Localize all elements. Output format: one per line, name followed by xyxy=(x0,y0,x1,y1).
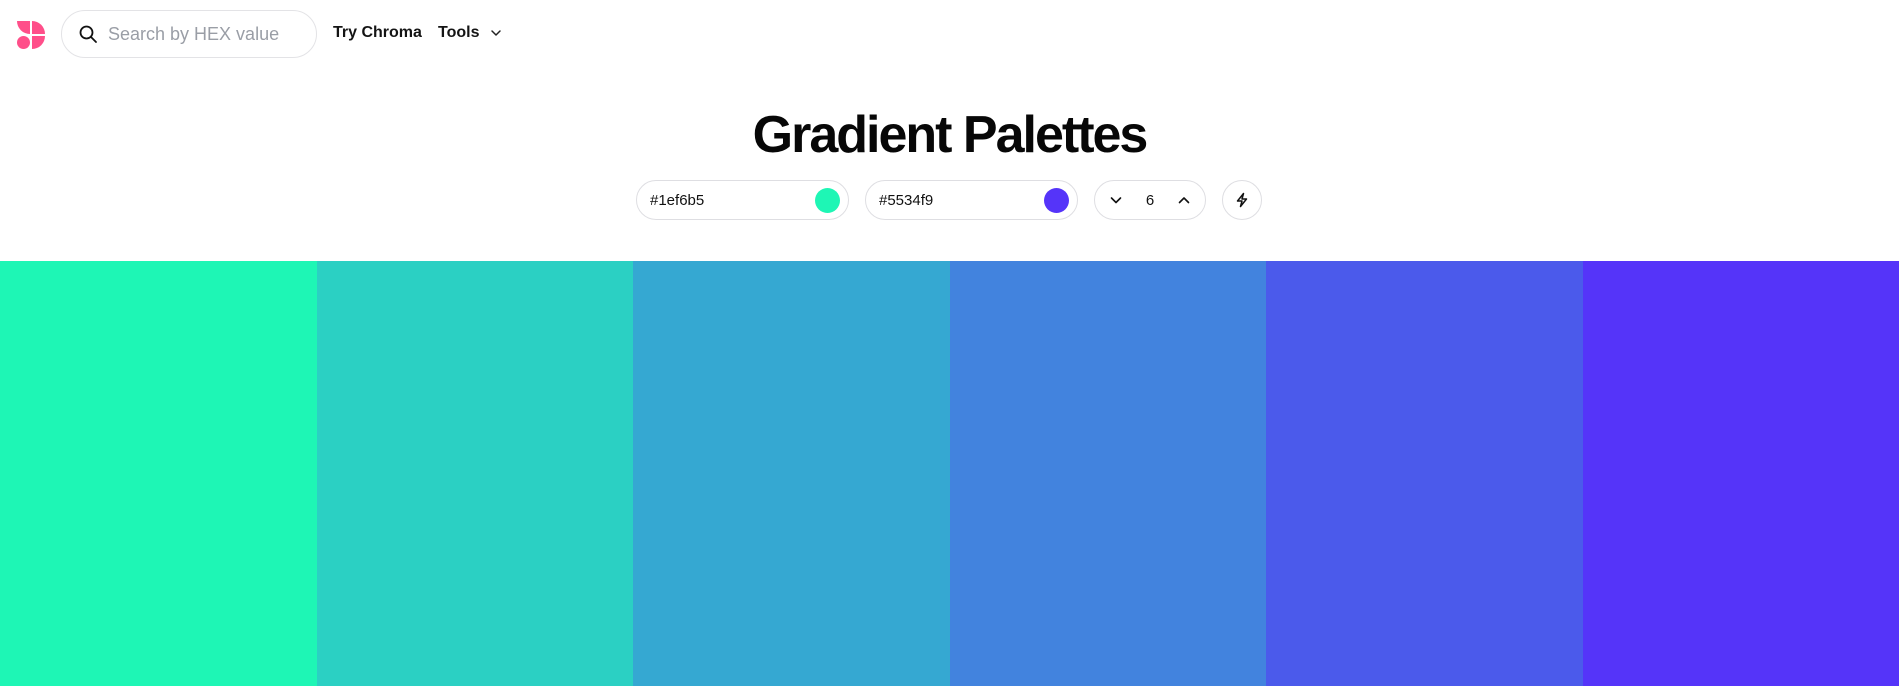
start-color-input[interactable]: #1ef6b5 xyxy=(636,180,849,220)
palette-swatch[interactable] xyxy=(1582,261,1899,686)
end-color-value[interactable]: #5534f9 xyxy=(879,192,933,209)
generate-button[interactable] xyxy=(1222,180,1262,220)
start-color-value[interactable]: #1ef6b5 xyxy=(650,192,704,209)
palette-swatch[interactable] xyxy=(0,261,317,686)
palette-swatch[interactable] xyxy=(316,261,633,686)
steps-count: 6 xyxy=(1145,191,1155,209)
nav-menu-tools-label: Tools xyxy=(438,24,480,41)
gradient-controls: #1ef6b5 #5534f9 6 xyxy=(636,180,1262,220)
gradient-palette xyxy=(0,261,1899,686)
end-color-swatch[interactable] xyxy=(1044,187,1069,213)
top-navigation: Try Chroma Tools xyxy=(0,0,1899,68)
end-color-input[interactable]: #5534f9 xyxy=(865,180,1078,220)
start-color-swatch[interactable] xyxy=(815,187,840,213)
steps-stepper: 6 xyxy=(1094,180,1206,220)
chevron-up-icon[interactable] xyxy=(1177,193,1191,207)
chevron-down-icon[interactable] xyxy=(1109,193,1123,207)
lightning-bolt-icon xyxy=(1236,192,1248,208)
search-input[interactable] xyxy=(108,23,298,45)
chevron-down-icon xyxy=(491,30,502,36)
palette-swatch[interactable] xyxy=(633,261,950,686)
palette-swatch[interactable] xyxy=(949,261,1266,686)
nav-link-try-chroma[interactable]: Try Chroma xyxy=(333,24,422,42)
page-title: Gradient Palettes xyxy=(752,106,1149,164)
palette-swatch[interactable] xyxy=(1266,261,1583,686)
logo-icon[interactable] xyxy=(16,20,46,50)
nav-menu-tools[interactable]: Tools xyxy=(438,24,503,42)
search-box[interactable] xyxy=(61,10,317,58)
search-icon xyxy=(79,25,97,43)
